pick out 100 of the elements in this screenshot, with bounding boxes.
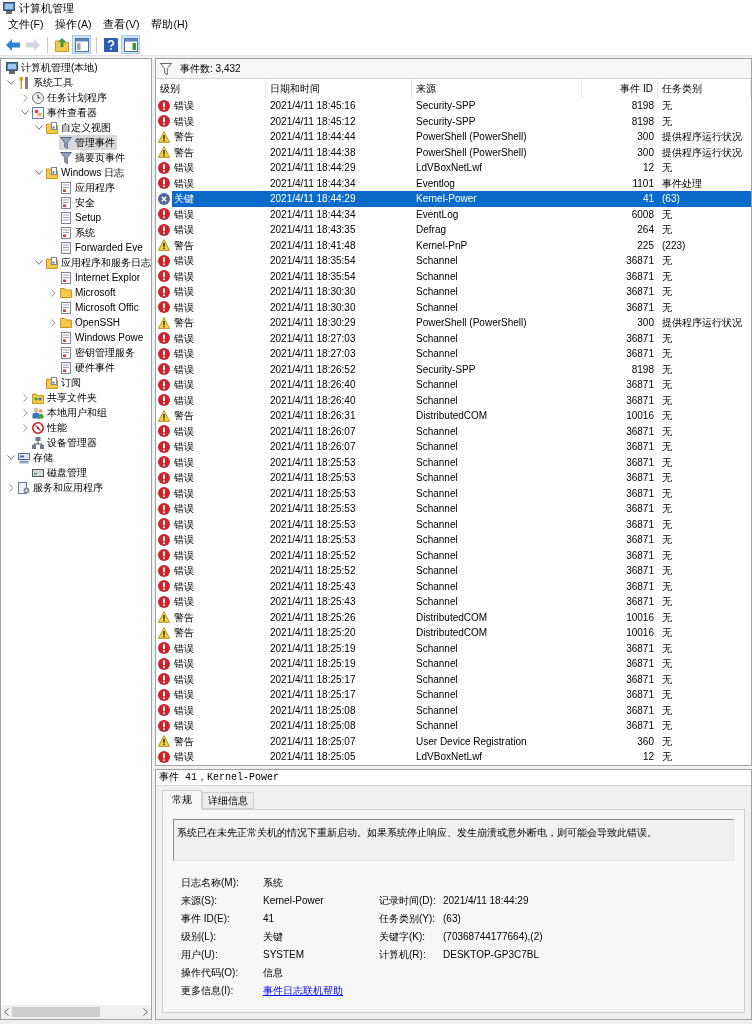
scrollbar-thumb[interactable] xyxy=(12,1007,100,1017)
event-row[interactable]: 错误 2021/4/11 18:45:12 Security-SPP 8198 无 xyxy=(172,113,751,129)
tree-item[interactable]: 应用程序 xyxy=(59,180,117,195)
event-row[interactable]: 错误 2021/4/11 18:44:34 Eventlog 1101 事件处理 xyxy=(172,175,751,191)
event-row[interactable]: 错误 2021/4/11 18:44:34 EventLog 6008 无 xyxy=(172,206,751,222)
event-row[interactable]: 错误 2021/4/11 18:25:53 Schannel 36871 无 xyxy=(172,485,751,501)
help-button[interactable] xyxy=(101,35,120,54)
tree-item[interactable]: 系统 xyxy=(59,225,97,240)
action-pane-button[interactable] xyxy=(121,35,140,54)
chevron-right-icon[interactable] xyxy=(22,93,28,102)
tree-item[interactable]: 密钥管理服务 xyxy=(59,345,137,360)
tree-item[interactable]: 订阅 xyxy=(45,375,83,390)
event-row[interactable]: 错误 2021/4/11 18:25:52 Schannel 36871 无 xyxy=(172,563,751,579)
event-row[interactable]: 错误 2021/4/11 18:26:40 Schannel 36871 无 xyxy=(172,377,751,393)
event-row[interactable]: 错误 2021/4/11 18:25:08 Schannel 36871 无 xyxy=(172,702,751,718)
event-row[interactable]: 错误 2021/4/11 18:25:53 Schannel 36871 无 xyxy=(172,470,751,486)
event-row[interactable]: 错误 2021/4/11 18:35:54 Schannel 36871 无 xyxy=(172,268,751,284)
event-row[interactable]: 错误 2021/4/11 18:30:30 Schannel 36871 无 xyxy=(172,284,751,300)
chevron-down-icon[interactable] xyxy=(35,125,43,130)
event-row[interactable]: 错误 2021/4/11 18:43:35 Defrag 264 无 xyxy=(172,222,751,238)
event-row[interactable]: 错误 2021/4/11 18:35:54 Schannel 36871 无 xyxy=(172,253,751,269)
tree-item[interactable]: Forwarded Eve xyxy=(59,240,145,255)
event-row[interactable]: 错误 2021/4/11 18:25:08 Schannel 36871 无 xyxy=(172,718,751,734)
event-row[interactable]: 警告 2021/4/11 18:25:26 DistributedCOM 10016 无 xyxy=(172,609,751,625)
tree-item[interactable]: Microsoft xyxy=(59,285,118,300)
tree-item[interactable]: Internet Explor xyxy=(59,270,143,285)
help-link[interactable]: 事件日志联机帮助 xyxy=(263,983,343,998)
tree-item[interactable]: 性能 xyxy=(31,420,69,435)
event-row[interactable]: 警告 2021/4/11 18:25:07 User Device Registration 360 无 xyxy=(172,733,751,749)
menu-item[interactable]: 查看(V) xyxy=(99,16,144,34)
column-header[interactable]: 事件 ID xyxy=(582,79,658,98)
chevron-down-icon[interactable] xyxy=(21,110,29,115)
menu-item[interactable]: 文件(F) xyxy=(4,16,48,34)
event-row[interactable]: 警告 2021/4/11 18:44:38 PowerShell (PowerShell) 300 提供程序运行状况 xyxy=(172,144,751,160)
event-row[interactable]: 错误 2021/4/11 18:27:03 Schannel 36871 无 xyxy=(172,330,751,346)
tree-item[interactable]: 计算机管理(本地) xyxy=(5,60,100,75)
chevron-down-icon[interactable] xyxy=(7,80,15,85)
event-row[interactable]: 错误 2021/4/11 18:26:52 Security-SPP 8198 无 xyxy=(172,361,751,377)
event-row[interactable]: 错误 2021/4/11 18:26:40 Schannel 36871 无 xyxy=(172,392,751,408)
console-tree-button[interactable] xyxy=(72,35,91,54)
tab[interactable]: 常规 xyxy=(162,789,202,810)
scroll-right-icon[interactable] xyxy=(143,1008,148,1016)
chevron-right-icon[interactable] xyxy=(22,408,28,417)
column-header[interactable]: 级别 xyxy=(156,79,266,98)
tree-item[interactable]: Microsoft Offic xyxy=(59,300,141,315)
chevron-right-icon[interactable] xyxy=(8,483,14,492)
tree-item[interactable]: 事件查看器 xyxy=(31,105,99,120)
tree-item[interactable]: 管理事件 xyxy=(59,135,117,150)
event-row[interactable]: 错误 2021/4/11 18:26:07 Schannel 36871 无 xyxy=(172,439,751,455)
event-row[interactable]: 错误 2021/4/11 18:26:07 Schannel 36871 无 xyxy=(172,423,751,439)
event-row[interactable]: 错误 2021/4/11 18:45:16 Security-SPP 8198 无 xyxy=(172,98,751,114)
menu-item[interactable]: 操作(A) xyxy=(51,16,96,34)
event-row[interactable]: 错误 2021/4/11 18:27:03 Schannel 36871 无 xyxy=(172,346,751,362)
horizontal-scrollbar[interactable] xyxy=(1,1005,151,1019)
tree-item[interactable]: 应用程序和服务日志 xyxy=(45,255,151,270)
tree-item[interactable]: 摘要页事件 xyxy=(59,150,127,165)
event-row[interactable]: 错误 2021/4/11 18:25:19 Schannel 36871 无 xyxy=(172,640,751,656)
scroll-left-icon[interactable] xyxy=(4,1008,9,1016)
event-row[interactable]: 错误 2021/4/11 18:25:17 Schannel 36871 无 xyxy=(172,671,751,687)
tree-item[interactable]: Setup xyxy=(59,210,104,225)
chevron-right-icon[interactable] xyxy=(22,423,28,432)
column-header[interactable]: 来源 xyxy=(412,79,582,98)
tab[interactable]: 详细信息 xyxy=(202,791,254,809)
tree-item[interactable]: 任务计划程序 xyxy=(31,90,109,105)
event-row[interactable]: 警告 2021/4/11 18:25:20 DistributedCOM 10016 无 xyxy=(172,625,751,641)
tree-item[interactable]: 设备管理器 xyxy=(31,435,99,450)
tree-item[interactable]: Windows 日志 xyxy=(45,165,127,180)
event-row[interactable]: 错误 2021/4/11 18:30:30 Schannel 36871 无 xyxy=(172,299,751,315)
event-row[interactable]: 错误 2021/4/11 18:25:43 Schannel 36871 无 xyxy=(172,578,751,594)
up-button[interactable] xyxy=(52,35,71,54)
event-row[interactable]: 警告 2021/4/11 18:30:29 PowerShell (PowerShell) 300 提供程序运行状况 xyxy=(172,315,751,331)
event-row[interactable]: 错误 2021/4/11 18:25:53 Schannel 36871 无 xyxy=(172,501,751,517)
event-row[interactable]: 错误 2021/4/11 18:25:05 LdVBoxNetLwf 12 无 xyxy=(172,749,751,765)
menu-item[interactable]: 帮助(H) xyxy=(147,16,192,34)
column-header[interactable]: 任务类别 xyxy=(658,79,751,98)
chevron-right-icon[interactable] xyxy=(50,318,56,327)
tree-item[interactable]: 存储 xyxy=(17,450,55,465)
tree-item[interactable]: Windows Powe xyxy=(59,330,146,345)
tree-item[interactable]: 磁盘管理 xyxy=(31,465,89,480)
tree-item[interactable]: 安全 xyxy=(59,195,97,210)
tree-item[interactable]: 本地用户和组 xyxy=(31,405,109,420)
event-row[interactable]: 警告 2021/4/11 18:44:44 PowerShell (PowerShell) 300 提供程序运行状况 xyxy=(172,129,751,145)
event-row[interactable]: 关键 2021/4/11 18:44:29 Kernel-Power 41 (63) xyxy=(172,191,751,207)
event-row[interactable]: 错误 2021/4/11 18:25:19 Schannel 36871 无 xyxy=(172,656,751,672)
chevron-down-icon[interactable] xyxy=(7,455,15,460)
event-row[interactable]: 错误 2021/4/11 18:25:53 Schannel 36871 无 xyxy=(172,454,751,470)
event-row[interactable]: 错误 2021/4/11 18:25:52 Schannel 36871 无 xyxy=(172,547,751,563)
chevron-down-icon[interactable] xyxy=(35,260,43,265)
tree-item[interactable]: 系统工具 xyxy=(17,75,75,90)
event-row[interactable]: 警告 2021/4/11 18:26:31 DistributedCOM 10016 无 xyxy=(172,408,751,424)
event-row[interactable]: 错误 2021/4/11 18:25:53 Schannel 36871 无 xyxy=(172,516,751,532)
tree-item[interactable]: 服务和应用程序 xyxy=(17,480,105,495)
event-row[interactable]: 错误 2021/4/11 18:25:53 Schannel 36871 无 xyxy=(172,532,751,548)
event-row[interactable]: 错误 2021/4/11 18:25:43 Schannel 36871 无 xyxy=(172,594,751,610)
chevron-right-icon[interactable] xyxy=(50,288,56,297)
event-row[interactable]: 错误 2021/4/11 18:25:17 Schannel 36871 无 xyxy=(172,687,751,703)
event-row[interactable]: 错误 2021/4/11 18:44:29 LdVBoxNetLwf 12 无 xyxy=(172,160,751,176)
tree-item[interactable]: 硬件事件 xyxy=(59,360,117,375)
tree-item[interactable]: OpenSSH xyxy=(59,315,123,330)
tree-item[interactable]: 共享文件夹 xyxy=(31,390,99,405)
